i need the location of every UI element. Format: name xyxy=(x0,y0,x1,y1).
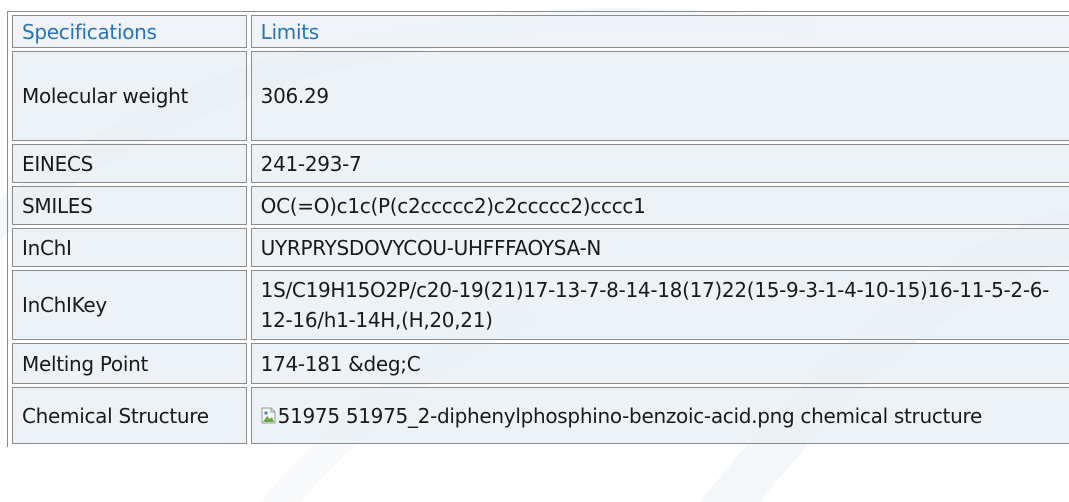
row-value: 174-181 &deg;C xyxy=(250,343,1069,384)
row-key: Molecular weight xyxy=(12,51,247,141)
row-value-structure: 51975 51975_2-diphenylphosphino-benzoic-… xyxy=(250,387,1069,444)
row-key: SMILES xyxy=(12,186,247,225)
row-key: InChI xyxy=(12,228,247,267)
row-key: EINECS xyxy=(12,144,247,183)
table-row: Chemical Structure 51975 51975_2-dipheny… xyxy=(12,387,1069,444)
row-value: 306.29 xyxy=(250,51,1069,141)
table-row: Melting Point 174-181 &deg;C xyxy=(12,343,1069,384)
row-key: Melting Point xyxy=(12,343,247,384)
table-row: EINECS 241-293-7 xyxy=(12,144,1069,183)
table-row: Molecular weight 306.29 xyxy=(12,51,1069,141)
table-row: InChI UYRPRYSDOVYCOU-UHFFFAOYSA-N xyxy=(12,228,1069,267)
row-value: 241-293-7 xyxy=(250,144,1069,183)
header-limits: Limits xyxy=(250,15,1069,48)
table-row: SMILES OC(=O)c1c(P(c2ccccc2)c2ccccc2)ccc… xyxy=(12,186,1069,225)
table-row: InChIKey 1S/C19H15O2P/c20-19(21)17-13-7-… xyxy=(12,270,1069,340)
row-value: 1S/C19H15O2P/c20-19(21)17-13-7-8-14-18(1… xyxy=(250,270,1069,340)
row-key: InChIKey xyxy=(12,270,247,340)
table-header-row: Specifications Limits xyxy=(12,15,1069,48)
row-key: Chemical Structure xyxy=(12,387,247,444)
row-value: UYRPRYSDOVYCOU-UHFFFAOYSA-N xyxy=(250,228,1069,267)
row-value: OC(=O)c1c(P(c2ccccc2)c2ccccc2)cccc1 xyxy=(250,186,1069,225)
broken-image-icon xyxy=(261,402,276,423)
structure-alt-text: 51975 51975_2-diphenylphosphino-benzoic-… xyxy=(277,403,983,428)
specifications-table: Specifications Limits Molecular weight 3… xyxy=(7,11,1069,447)
header-specifications: Specifications xyxy=(12,15,247,48)
page: Specifications Limits Molecular weight 3… xyxy=(0,0,1069,502)
